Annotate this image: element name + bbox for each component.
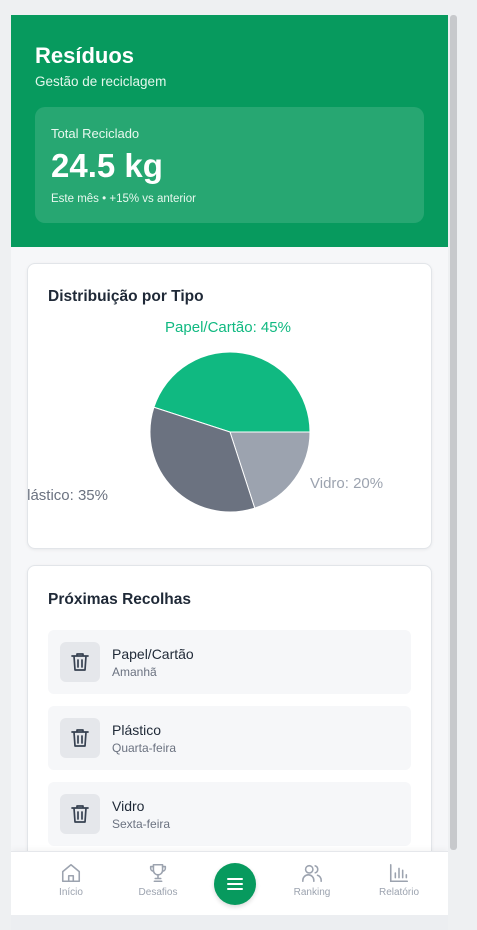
list-item[interactable]: Vidro Sexta-feira [48,782,411,846]
nav-item-ranking[interactable]: Ranking [277,862,347,898]
pie-label: Plástico: 35% [28,487,108,504]
collections-card: Próximas Recolhas Papel/Cartão Amanhã Pl… [27,565,432,885]
bar-chart-icon [389,863,409,883]
distribution-pie-chart: Papel/Cartão: 45% Vidro: 20% Plástico: 35% [28,319,383,513]
page-title: Resíduos [35,43,135,68]
collection-date: Amanhã [112,665,157,679]
menu-icon [227,878,243,890]
collections-title: Próximas Recolhas [48,591,192,608]
total-recycled-card: Total Reciclado 24.5 kg Este mês • +15% … [35,107,424,223]
collection-date: Sexta-feira [112,817,171,831]
nav-label: Início [59,887,83,898]
page-subtitle: Gestão de reciclagem [35,74,167,89]
bottom-navigation: Início Desafios Ranking Relatório [11,851,448,915]
list-item[interactable]: Papel/Cartão Amanhã [48,630,411,694]
nav-item-desafios[interactable]: Desafios [123,862,193,898]
collection-type: Papel/Cartão [112,646,194,662]
header: Resíduos Gestão de reciclagem Total Reci… [11,15,448,247]
collection-type: Plástico [112,722,162,738]
users-icon [302,864,322,883]
trash-icon [60,642,100,682]
home-icon [61,863,81,883]
menu-button[interactable] [214,863,256,905]
app-screen: Resíduos Gestão de reciclagem Total Reci… [11,15,448,930]
distribution-card: Distribuição por Tipo Papel/Cartão: 45% V… [27,263,432,549]
trash-icon [60,794,100,834]
scrollbar[interactable] [450,15,457,850]
pie-label: Papel/Cartão: 45% [165,319,291,336]
pie-label: Vidro: 20% [310,475,383,492]
nav-label: Desafios [138,887,178,898]
nav-item-inicio[interactable]: Início [36,862,106,898]
nav-label: Relatório [378,887,420,898]
trash-icon [60,718,100,758]
total-recycled-note: Este mês • +15% vs anterior [51,193,196,205]
bottom-edge [11,915,448,930]
distribution-title: Distribuição por Tipo [48,288,204,305]
total-recycled-value: 24.5 kg [51,147,163,184]
collection-date: Quarta-feira [112,741,177,755]
collection-type: Vidro [112,798,145,814]
trophy-icon [149,863,167,883]
nav-item-relatorio[interactable]: Relatório [364,862,434,898]
total-recycled-label: Total Reciclado [51,126,140,141]
list-item[interactable]: Plástico Quarta-feira [48,706,411,770]
nav-label: Ranking [293,887,331,898]
